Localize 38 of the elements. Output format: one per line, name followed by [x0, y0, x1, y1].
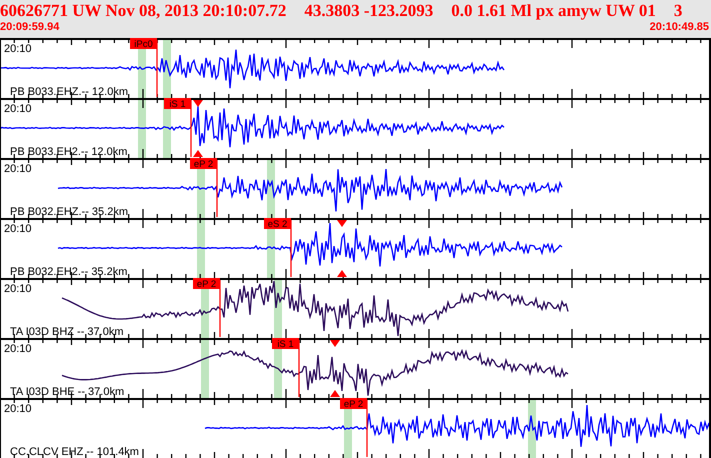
pick-line: [366, 400, 368, 457]
pick-flag[interactable]: eS 2: [264, 218, 291, 230]
predicted-arrival-band: [201, 340, 209, 398]
predicted-arrival-band: [163, 40, 171, 98]
pick-line: [190, 100, 192, 157]
event-summary-text: 60626771 UW Nov 08, 2013 20:10:07.72: [0, 2, 286, 20]
time-label: 20:10: [4, 283, 32, 295]
station-label: PB B032.EHZ.-- 35.2km: [10, 206, 128, 218]
start-time: 20:09:59.94: [0, 20, 60, 34]
event-summary-text: 3: [674, 2, 682, 20]
predicted-arrival-band: [197, 220, 205, 278]
station-label: PB B033.EHZ.-- 12.0km: [10, 86, 128, 98]
pick-flag[interactable]: iPc0: [130, 38, 157, 50]
event-summary-text: 0.0 1.61 Ml px amyw UW 01: [451, 2, 656, 20]
pick-flag[interactable]: eP 2: [340, 398, 367, 410]
pick-line: [219, 280, 221, 337]
pick-line: [216, 160, 218, 217]
time-label: 20:10: [4, 223, 32, 235]
time-label: 20:10: [4, 343, 32, 355]
pick-flag[interactable]: iS 1: [272, 338, 299, 350]
pick-flag[interactable]: iS 1: [164, 98, 191, 110]
station-label: PB B033.EH2.-- 12.0km: [10, 146, 128, 158]
time-label: 20:10: [4, 163, 32, 175]
event-summary-text: 43.3803 -123.2093: [304, 2, 434, 20]
pick-line: [290, 220, 292, 277]
time-label: 20:10: [4, 43, 32, 55]
time-label: 20:10: [4, 103, 32, 115]
pick-flag[interactable]: eP 2: [193, 278, 220, 290]
station-label: TA I03D BHZ -- 37.0km: [10, 326, 124, 338]
station-label: CC.CLCV EHZ -- 101.4km: [10, 446, 139, 458]
pick-line: [156, 40, 158, 97]
station-label: PB B032.EH2.-- 35.2km: [10, 266, 128, 278]
end-time: 20:10:49.85: [650, 20, 709, 34]
pick-flag[interactable]: eP 2: [190, 158, 217, 170]
pick-line: [298, 340, 300, 397]
time-label: 20:10: [4, 403, 32, 415]
predicted-arrival-band: [138, 100, 146, 158]
station-label: TA I03D BHE -- 37.0km: [10, 386, 124, 398]
